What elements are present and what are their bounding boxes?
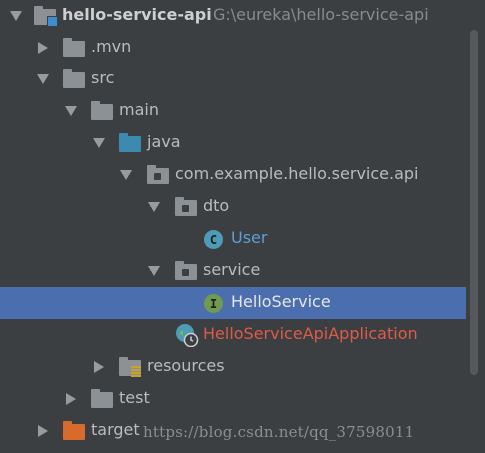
tree-row-dto[interactable]: dto xyxy=(0,191,466,223)
tree-row-hello-service[interactable]: I HelloService xyxy=(0,287,466,319)
expand-arrow-icon[interactable] xyxy=(65,106,77,116)
tree-label-user: User xyxy=(231,228,268,247)
tree-row-resources[interactable]: resources xyxy=(0,351,466,383)
spring-boot-class-icon xyxy=(175,323,199,348)
expand-arrow-icon[interactable] xyxy=(148,202,160,212)
tree-label-mvn: .mvn xyxy=(91,37,132,56)
tree-row-project-root[interactable]: hello-service-api G:\eureka\hello-servic… xyxy=(0,0,466,32)
tree-row-application[interactable]: HelloServiceApiApplication xyxy=(0,319,466,351)
tree-row-java[interactable]: java xyxy=(0,127,466,159)
source-folder-icon xyxy=(119,133,141,152)
tree-row-user[interactable]: C User xyxy=(0,223,466,255)
expand-arrow-icon[interactable] xyxy=(148,266,160,276)
tree-label-package: com.example.hello.service.api xyxy=(175,164,419,183)
project-tree: hello-service-api G:\eureka\hello-servic… xyxy=(0,0,485,453)
collapse-arrow-icon[interactable] xyxy=(94,361,104,373)
collapse-arrow-icon[interactable] xyxy=(66,393,76,405)
vertical-scrollbar[interactable] xyxy=(470,30,478,375)
package-icon xyxy=(175,261,197,280)
tree-row-test[interactable]: test xyxy=(0,383,466,415)
tree-label-src: src xyxy=(91,68,115,87)
expand-arrow-icon[interactable] xyxy=(37,74,49,84)
tree-row-src[interactable]: src xyxy=(0,63,466,95)
tree-label-test: test xyxy=(119,388,150,407)
tree-row-mvn[interactable]: .mvn xyxy=(0,32,466,64)
tree-label-hello-service: HelloService xyxy=(231,292,331,311)
watermark: https://blog.csdn.net/qq_37598011 xyxy=(143,423,415,441)
tree-row-service[interactable]: service xyxy=(0,255,466,287)
package-icon xyxy=(175,197,197,216)
resources-folder-icon xyxy=(119,357,141,378)
class-icon: C xyxy=(204,230,223,249)
folder-icon xyxy=(63,38,85,57)
excluded-folder-icon xyxy=(63,421,85,440)
tree-label-application: HelloServiceApiApplication xyxy=(203,324,418,343)
package-icon xyxy=(147,165,169,184)
collapse-arrow-icon[interactable] xyxy=(38,42,48,54)
tree-label-service: service xyxy=(203,260,261,279)
interface-icon: I xyxy=(204,294,223,313)
tree-label-main: main xyxy=(119,100,159,119)
project-path: G:\eureka\hello-service-api xyxy=(213,5,429,24)
tree-label-resources: resources xyxy=(147,356,225,375)
module-folder-icon xyxy=(34,6,58,27)
tree-label-java: java xyxy=(147,132,181,151)
project-name: hello-service-api xyxy=(62,5,212,24)
folder-icon xyxy=(63,69,85,88)
tree-label-dto: dto xyxy=(203,196,230,215)
collapse-arrow-icon[interactable] xyxy=(38,425,48,437)
expand-arrow-icon[interactable] xyxy=(93,138,105,148)
expand-arrow-icon[interactable] xyxy=(120,170,132,180)
tree-row-package[interactable]: com.example.hello.service.api xyxy=(0,159,466,191)
expand-arrow-icon[interactable] xyxy=(10,11,22,21)
folder-icon xyxy=(91,101,113,120)
folder-icon xyxy=(91,389,113,408)
tree-row-main[interactable]: main xyxy=(0,95,466,127)
tree-label-target: target xyxy=(91,420,140,439)
